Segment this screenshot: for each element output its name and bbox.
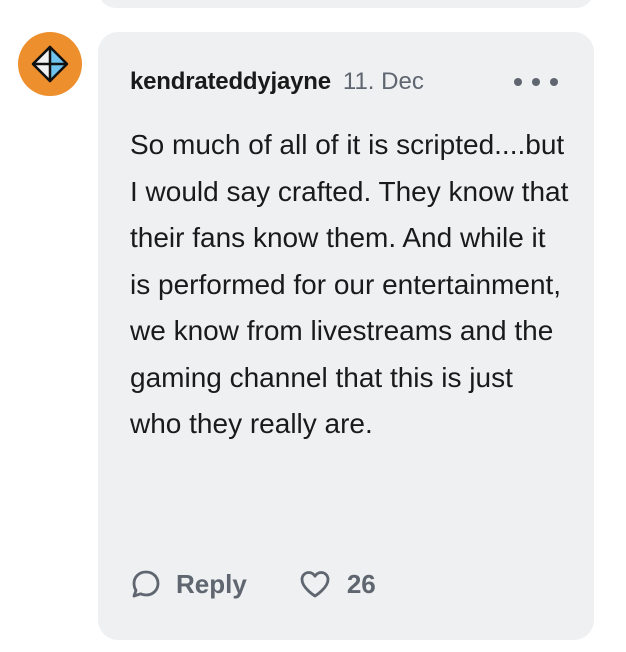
avatar[interactable] <box>18 32 82 96</box>
comment-date: 11. Dec <box>342 68 424 95</box>
previous-comment-card <box>98 0 594 8</box>
more-horizontal-icon <box>514 78 522 86</box>
like-button[interactable]: 26 <box>299 568 376 600</box>
reply-label: Reply <box>176 568 247 599</box>
comment-text: So much of all of it is scripted....but … <box>130 129 569 439</box>
speech-bubble-icon <box>132 570 160 598</box>
more-options-button[interactable] <box>514 66 558 98</box>
diamond-avatar-icon <box>31 45 69 83</box>
comment-actions: Reply 26 <box>130 568 376 600</box>
like-count: 26 <box>346 568 376 599</box>
comment-header: kendrateddyjayne 11. Dec <box>130 66 562 98</box>
more-horizontal-icon-dot <box>532 78 540 86</box>
comment-card: kendrateddyjayne 11. Dec So much of all … <box>98 32 594 640</box>
comment-username[interactable]: kendrateddyjayne <box>130 68 331 96</box>
heart-icon <box>300 571 330 598</box>
more-horizontal-icon-dot <box>550 78 558 86</box>
reply-button[interactable]: Reply <box>130 568 247 600</box>
